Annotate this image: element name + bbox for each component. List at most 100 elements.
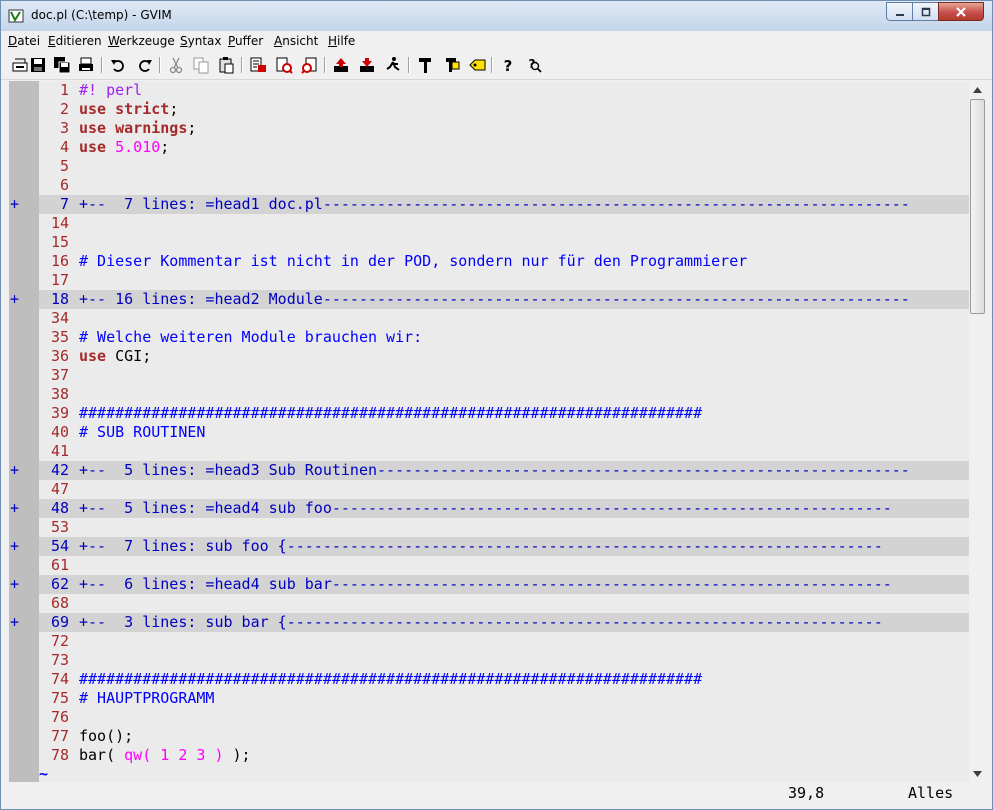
code-line[interactable]: 41 [9,442,969,461]
run-script-button[interactable] [384,56,402,74]
fold-sign[interactable]: + [9,461,39,480]
fold-sign [9,233,39,252]
cut-button[interactable] [167,56,185,74]
copy-button[interactable] [192,56,210,74]
find-replace-button[interactable] [249,56,267,74]
menu-datei[interactable]: Datei [8,34,40,48]
code-line[interactable]: 5 [9,157,969,176]
fold-line[interactable]: +48 +-- 5 lines: =head4 sub foo----------… [9,499,969,518]
minimize-button[interactable] [886,2,913,21]
vertical-scrollbar[interactable] [969,81,986,782]
fold-line[interactable]: +42 +-- 5 lines: =head3 Sub Routinen-----… [9,461,969,480]
jump-tag-button[interactable] [468,56,486,74]
menu-puffer[interactable]: Puffer [228,34,263,48]
code-line[interactable]: 6 [9,176,969,195]
code-line[interactable]: 3 use warnings; [9,119,969,138]
code-line[interactable]: 72 [9,632,969,651]
fold-marker: + [10,290,20,308]
code-line[interactable]: 17 [9,271,969,290]
menu-werkzeuge[interactable]: Werkzeuge [108,34,175,48]
code-line[interactable]: 78 bar( qw( 1 2 3 ) ); [9,746,969,765]
fold-sign[interactable]: + [9,613,39,632]
code-line[interactable]: 40 # SUB ROUTINEN [9,423,969,442]
scroll-up-button[interactable] [969,81,986,98]
save-all-button[interactable] [53,56,71,74]
print-button[interactable] [77,56,95,74]
help-button[interactable]: ? [499,56,517,74]
token-comment: ########################################… [79,404,703,422]
line-code: use warnings; [79,119,196,138]
code-line[interactable]: 14 [9,214,969,233]
fold-sign[interactable]: + [9,575,39,594]
code-line[interactable]: 47 [9,480,969,499]
fold-line[interactable]: +62 +-- 6 lines: =head4 sub bar----------… [9,575,969,594]
fold-text: +-- 5 lines: =head4 sub foo-------------… [79,499,892,517]
redo-button[interactable] [136,56,154,74]
fold-sign[interactable]: + [9,537,39,556]
code-line[interactable]: 4 use 5.010; [9,138,969,157]
fold-sign[interactable]: + [9,195,39,214]
toolbar-separator [408,57,410,73]
undo-button[interactable] [109,56,127,74]
title-bar[interactable]: doc.pl (C:\temp) - GVIM [1,1,992,31]
find-replace-icon [250,57,266,72]
fold-marker: + [10,461,20,479]
code-line[interactable]: 15 [9,233,969,252]
code-line[interactable]: 68 [9,594,969,613]
save-session-button[interactable] [358,56,376,74]
menu-syntax[interactable]: Syntax [180,34,222,48]
fold-line[interactable]: +7 +-- 7 lines: =head1 doc.pl------------… [9,195,969,214]
line-number: 18 [50,290,69,308]
load-session-button[interactable] [332,56,350,74]
code-line[interactable]: 38 [9,385,969,404]
fold-sign[interactable]: + [9,499,39,518]
menu-ansicht[interactable]: Ansicht [274,34,318,48]
make-button[interactable] [416,56,434,74]
find-previous-button[interactable] [301,56,319,74]
code-line[interactable]: 1 #! perl [9,81,969,100]
code-line[interactable]: 75 # HAUPTPROGRAMM [9,689,969,708]
fold-line[interactable]: +69 +-- 3 lines: sub bar {---------------… [9,613,969,632]
make-icon [419,58,431,73]
fold-sign [9,119,39,138]
save-icon [31,58,45,72]
scrollbar-thumb[interactable] [970,99,985,314]
editor-area[interactable]: 1 #! perl 2 use strict; 3 use warnings; 4 use 5… [9,81,969,782]
line-number: 78 [50,746,69,764]
code-line[interactable]: 76 [9,708,969,727]
maximize-button[interactable] [912,2,939,21]
code-line[interactable]: 53 [9,518,969,537]
fold-sign [9,746,39,765]
fold-line[interactable]: +54 +-- 7 lines: sub foo {---------------… [9,537,969,556]
code-line[interactable]: 34 [9,309,969,328]
code-line[interactable]: 2 use strict; [9,100,969,119]
code-line[interactable]: 77 foo(); [9,727,969,746]
save-button[interactable] [29,56,47,74]
build-tags-button[interactable] [442,56,460,74]
code-line[interactable]: 73 [9,651,969,670]
code-line[interactable]: 36 use CGI; [9,347,969,366]
line-number: 76 [50,708,69,726]
paste-button[interactable] [217,56,235,74]
find-next-button[interactable] [275,56,293,74]
fold-line[interactable]: +18 +-- 16 lines: =head2 Module----------… [9,290,969,309]
token-plain: CGI; [106,347,152,365]
menu-editieren[interactable]: Editieren [48,34,102,48]
cut-icon [169,57,183,74]
code-line[interactable]: 35 # Welche weiteren Module brauchen wir: [9,328,969,347]
code-line[interactable]: 37 [9,366,969,385]
fold-sign[interactable]: + [9,290,39,309]
find-help-button[interactable]: ? [525,56,543,74]
close-button[interactable] [938,2,984,21]
menu-hilfe[interactable]: Hilfe [328,34,355,48]
code-line[interactable]: 61 [9,556,969,575]
scroll-down-button[interactable] [969,765,986,782]
find-previous-icon [301,57,317,74]
line-number: 14 [50,214,69,232]
open-button[interactable] [11,56,29,74]
code-line[interactable]: 16 # Dieser Kommentar ist nicht in der PO… [9,252,969,271]
line-code: use 5.010; [79,138,169,157]
line-code: bar( qw( 1 2 3 ) ); [79,746,251,765]
code-line[interactable]: 74 ######################################… [9,670,969,689]
code-line[interactable]: 39 ######################################… [9,404,969,423]
